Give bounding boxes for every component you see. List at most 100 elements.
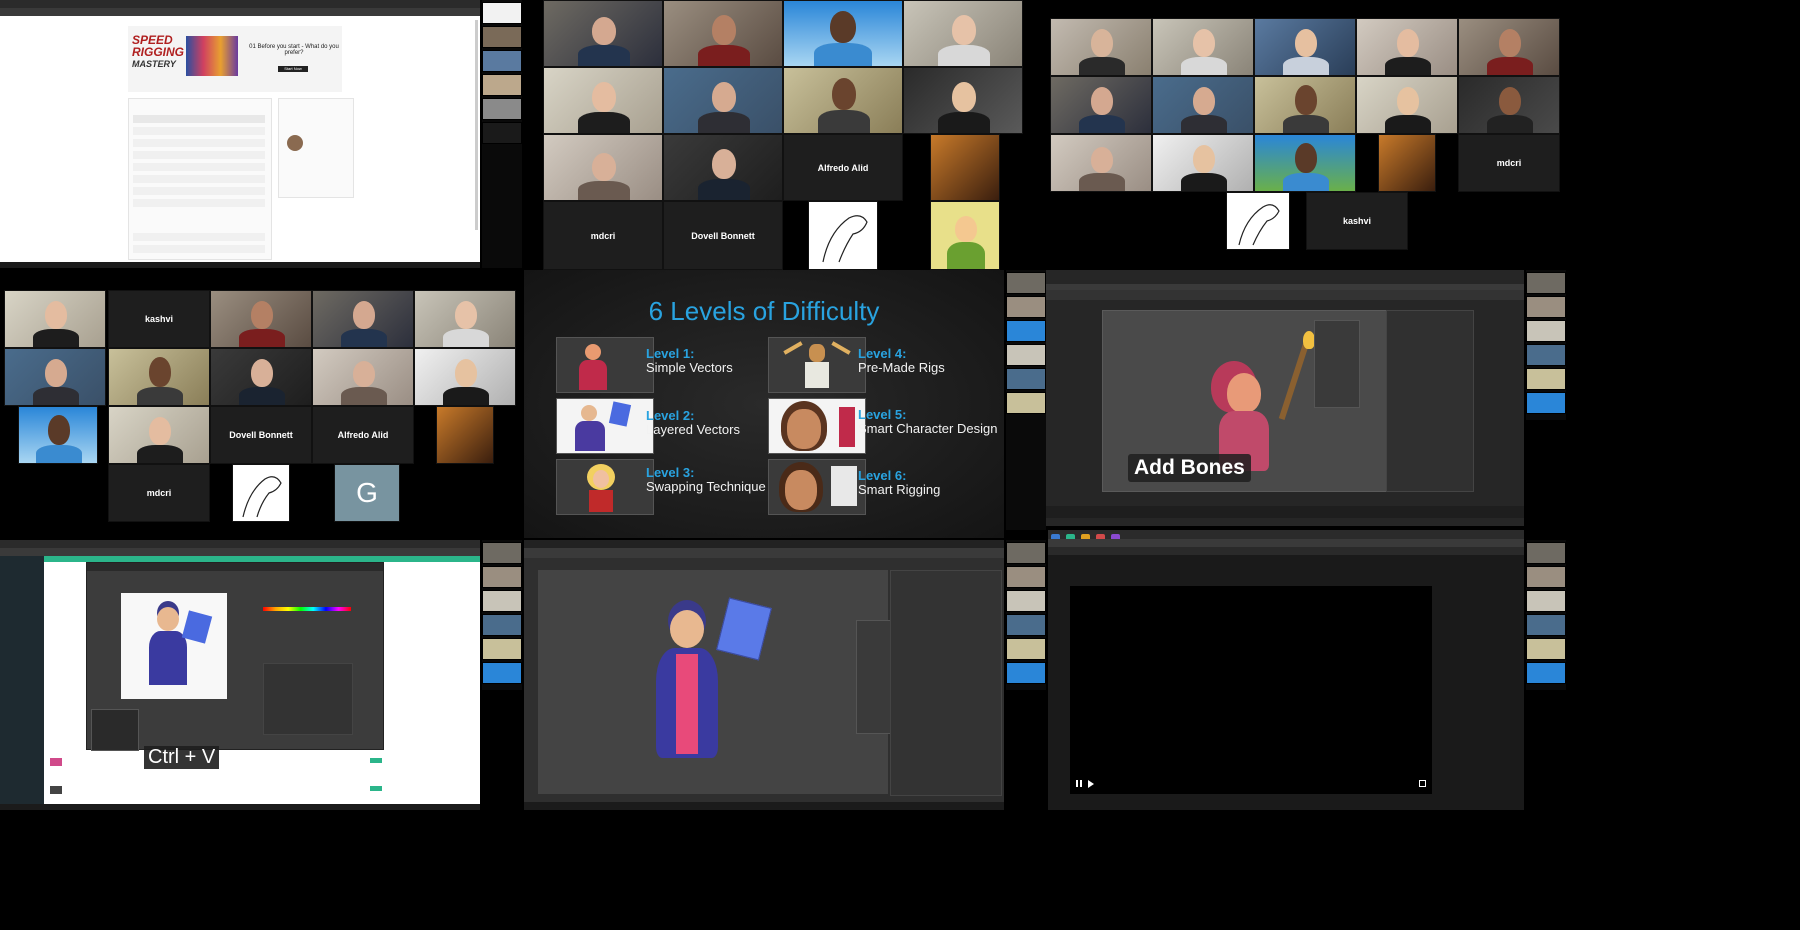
participant-thumb[interactable] xyxy=(1006,662,1046,684)
participant-thumb[interactable] xyxy=(1006,272,1046,294)
lesson-item[interactable] xyxy=(133,233,265,241)
course-ad-banner[interactable]: SPEED RIGGING MASTERY 01 Before you star… xyxy=(128,26,342,92)
participant-thumb[interactable] xyxy=(482,662,522,684)
properties-panel[interactable] xyxy=(1314,320,1360,408)
video-tile[interactable] xyxy=(543,134,663,201)
participant-thumb[interactable] xyxy=(1006,368,1046,390)
video-tile[interactable] xyxy=(414,290,516,348)
video-tile[interactable]: mdcri xyxy=(1458,134,1560,192)
web-app-sidebar[interactable] xyxy=(0,556,44,810)
participant-thumb[interactable] xyxy=(482,590,522,612)
participant-thumb[interactable] xyxy=(1006,320,1046,342)
lesson-item[interactable] xyxy=(133,151,265,159)
video-tile[interactable]: kashvi xyxy=(108,290,210,348)
video-tile[interactable] xyxy=(663,67,783,134)
browser-address-bar[interactable] xyxy=(0,548,480,556)
participant-thumb[interactable] xyxy=(1526,638,1566,660)
participant-thumb[interactable] xyxy=(1006,392,1046,414)
participant-thumb[interactable] xyxy=(482,2,522,24)
video-tile[interactable]: Alfredo Alid xyxy=(783,134,903,201)
participant-thumb[interactable] xyxy=(1526,662,1566,684)
video-tile[interactable] xyxy=(4,348,106,406)
video-tile[interactable] xyxy=(1050,18,1152,76)
video-tile[interactable] xyxy=(210,290,312,348)
timeline-bar[interactable] xyxy=(1046,506,1524,518)
participant-thumb[interactable] xyxy=(1006,566,1046,588)
canvas-stage[interactable] xyxy=(538,570,888,794)
browser-tab-bar[interactable] xyxy=(0,540,480,548)
video-frame[interactable] xyxy=(1070,586,1432,794)
participant-thumb[interactable] xyxy=(1006,590,1046,612)
video-tile[interactable]: mdcri xyxy=(543,201,663,270)
lesson-item[interactable] xyxy=(133,175,265,183)
video-tile[interactable]: Alfredo Alid xyxy=(312,406,414,464)
video-tile[interactable] xyxy=(210,348,312,406)
video-tile[interactable] xyxy=(930,201,1000,270)
participant-thumb[interactable] xyxy=(482,566,522,588)
video-tile[interactable] xyxy=(108,406,210,464)
ps-color-picker[interactable] xyxy=(263,607,351,611)
video-tile[interactable]: Dovell Bonnett xyxy=(210,406,312,464)
participant-thumb[interactable] xyxy=(1006,296,1046,318)
participant-thumb[interactable] xyxy=(482,542,522,564)
video-tile[interactable] xyxy=(232,464,290,522)
video-tile[interactable] xyxy=(1378,134,1436,192)
participant-thumb[interactable] xyxy=(1006,344,1046,366)
video-tile[interactable]: G xyxy=(334,464,400,522)
windows-taskbar[interactable] xyxy=(0,262,480,268)
video-tile[interactable] xyxy=(543,67,663,134)
participant-thumb[interactable] xyxy=(1526,320,1566,342)
video-tile[interactable] xyxy=(436,406,494,464)
video-tile[interactable] xyxy=(414,348,516,406)
video-tile[interactable]: mdcri xyxy=(108,464,210,522)
video-tile[interactable] xyxy=(1050,134,1152,192)
participant-thumb[interactable] xyxy=(1526,344,1566,366)
video-tile[interactable] xyxy=(1152,134,1254,192)
participant-thumb[interactable] xyxy=(1526,272,1566,294)
video-tile[interactable] xyxy=(1152,18,1254,76)
participant-thumb[interactable] xyxy=(1526,296,1566,318)
video-tile[interactable] xyxy=(783,0,903,67)
lesson-item[interactable] xyxy=(133,245,265,253)
ps-dialog[interactable] xyxy=(91,709,139,751)
layers-panel[interactable] xyxy=(890,570,1002,796)
fullscreen-icon[interactable] xyxy=(1419,780,1426,787)
video-tile[interactable] xyxy=(783,67,903,134)
video-tile[interactable] xyxy=(1050,76,1152,134)
photoshop-window[interactable] xyxy=(86,562,384,751)
lesson-item[interactable] xyxy=(133,199,265,207)
participant-thumb[interactable] xyxy=(482,122,522,144)
windows-taskbar[interactable] xyxy=(524,802,1004,810)
ad-start-button[interactable]: Start Now xyxy=(278,66,308,72)
video-controls[interactable] xyxy=(1070,778,1432,790)
participant-thumb[interactable] xyxy=(1526,542,1566,564)
participant-thumb[interactable] xyxy=(1526,392,1566,414)
participant-thumb[interactable] xyxy=(482,26,522,48)
lesson-item[interactable] xyxy=(133,139,265,147)
participant-thumb[interactable] xyxy=(1526,368,1566,390)
participant-thumb[interactable] xyxy=(482,50,522,72)
participant-thumb[interactable] xyxy=(1526,614,1566,636)
participant-thumb[interactable] xyxy=(1006,614,1046,636)
participant-thumb[interactable] xyxy=(1526,566,1566,588)
video-tile[interactable] xyxy=(808,201,878,270)
video-tile[interactable] xyxy=(930,134,1000,201)
browser-tab-bar[interactable] xyxy=(1048,530,1524,544)
participant-thumb[interactable] xyxy=(1526,590,1566,612)
windows-taskbar[interactable] xyxy=(0,804,480,810)
video-tile[interactable] xyxy=(108,348,210,406)
video-tile[interactable] xyxy=(1152,76,1254,134)
video-tile[interactable] xyxy=(1226,192,1290,250)
video-tile[interactable] xyxy=(4,290,106,348)
video-tile[interactable] xyxy=(1458,76,1560,134)
participant-thumb[interactable] xyxy=(482,98,522,120)
participant-thumb[interactable] xyxy=(482,74,522,96)
video-tile[interactable] xyxy=(312,290,414,348)
video-tile[interactable] xyxy=(312,348,414,406)
video-tile[interactable]: Dovell Bonnett xyxy=(663,201,783,270)
app-toolbar[interactable] xyxy=(524,548,1004,558)
lesson-item[interactable] xyxy=(133,163,265,171)
video-tile[interactable] xyxy=(663,0,783,67)
lesson-item[interactable] xyxy=(133,187,265,195)
browser-tab-bar[interactable] xyxy=(0,0,480,8)
